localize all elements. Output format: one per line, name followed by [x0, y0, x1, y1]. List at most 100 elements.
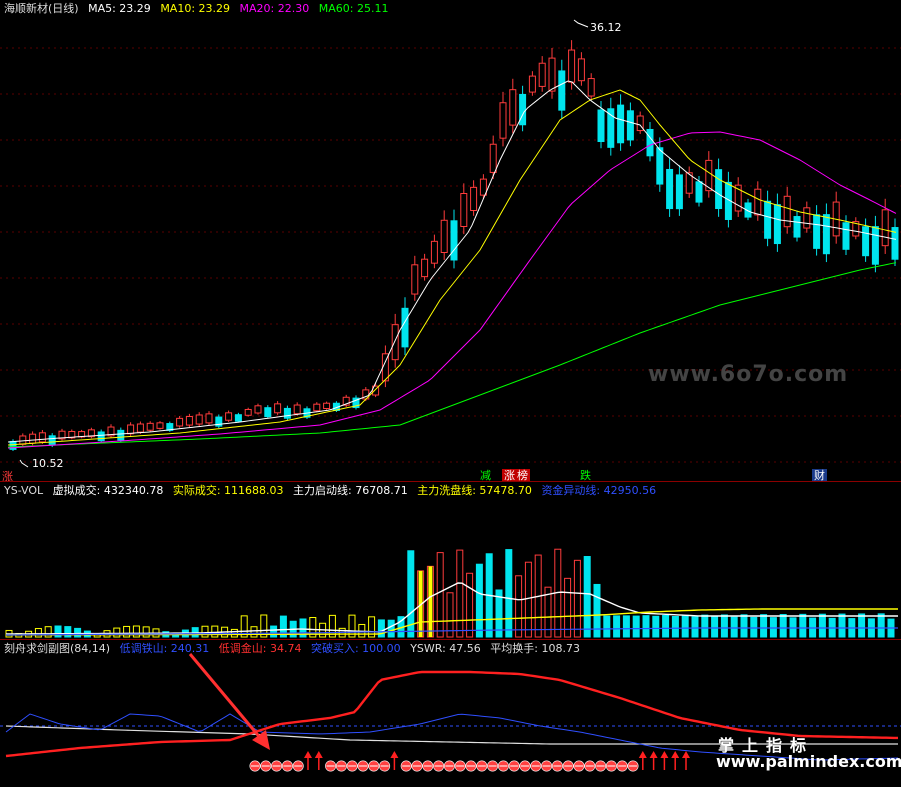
volume-bar — [779, 613, 787, 638]
ma10-label: MA10: 23.29 — [160, 2, 231, 15]
price-chart[interactable]: 36.12 10.52 — [0, 0, 901, 480]
ind-yswr: YSWR: 47.56 — [410, 642, 481, 655]
candle — [538, 62, 546, 87]
candle — [146, 422, 154, 431]
candle — [391, 324, 399, 361]
buy-arrow-head — [314, 751, 323, 758]
candle — [450, 220, 458, 261]
candle — [675, 174, 683, 210]
vol-main-start: 主力启动线: 76708.71 — [293, 484, 408, 497]
volume-bar — [671, 615, 679, 638]
volume-bar — [123, 625, 131, 638]
volume-bar — [662, 614, 670, 638]
buy-arrow-head — [649, 751, 658, 758]
volume-bar — [466, 572, 474, 638]
candle — [254, 405, 262, 414]
volume-bar — [270, 625, 278, 638]
volume-bar — [818, 613, 826, 638]
volume-bar — [475, 563, 483, 638]
volume-bar — [613, 615, 621, 638]
candle — [283, 407, 291, 419]
volume-bar — [652, 615, 660, 638]
volume-bar — [250, 626, 258, 638]
candle — [862, 226, 870, 257]
volume-bar — [573, 559, 581, 638]
candle — [548, 57, 556, 92]
watermark-site: www.palmindex.com — [716, 752, 901, 771]
buy-arrow-head — [304, 751, 312, 758]
buy-arrow-head — [682, 751, 690, 758]
candle — [127, 424, 135, 435]
candle — [323, 402, 331, 409]
candle — [793, 216, 801, 238]
volume-bar — [622, 615, 630, 638]
volume-bar — [681, 614, 689, 638]
candle — [97, 431, 105, 442]
price-header: 海顺新材(日线) MA5: 23.29 MA10: 23.29 MA20: 22… — [4, 2, 394, 16]
candle — [558, 70, 566, 111]
ma20-label: MA20: 22.30 — [239, 2, 310, 15]
candle — [176, 417, 184, 427]
volume-bar — [142, 626, 150, 638]
candle — [264, 407, 272, 418]
candle — [528, 75, 536, 93]
candle — [225, 412, 233, 421]
candle — [293, 404, 301, 415]
candle — [19, 435, 27, 445]
volume-bar — [436, 552, 444, 638]
candle — [48, 435, 56, 446]
volume-chart[interactable] — [0, 482, 901, 639]
candle — [783, 195, 791, 228]
ind-name: 刻舟求剑副图(84,14) — [4, 642, 111, 655]
candle — [871, 226, 879, 265]
candle — [695, 181, 703, 203]
candle — [244, 408, 252, 416]
candle — [773, 204, 781, 245]
candle — [489, 143, 497, 173]
candle — [195, 414, 203, 425]
buy-arrow-head — [390, 751, 399, 758]
vol-virtual: 虚拟成交: 432340.78 — [52, 484, 164, 497]
volume-bar — [740, 614, 748, 638]
candle — [666, 168, 674, 210]
candle — [656, 147, 664, 185]
volume-bar — [750, 616, 758, 638]
candle — [509, 89, 517, 126]
candle — [430, 240, 438, 264]
candle — [764, 200, 772, 239]
volume-bar — [769, 617, 777, 638]
ind-iron: 低调铁山: 240.31 — [119, 642, 210, 655]
volume-bar — [691, 616, 699, 638]
candle — [470, 186, 478, 211]
volume-bar — [583, 556, 591, 638]
ind-breakout: 突破买入: 100.00 — [310, 642, 401, 655]
candle — [234, 414, 242, 422]
volume-bar — [211, 625, 219, 638]
volume-bar — [505, 549, 513, 638]
ind-gold: 低调金山: 34.74 — [218, 642, 302, 655]
volume-bar — [858, 613, 866, 638]
low-marker — [19, 459, 29, 468]
volume-bar — [760, 614, 768, 638]
volume-bar — [564, 577, 572, 638]
candle — [715, 169, 723, 210]
candle — [185, 415, 193, 426]
high-label: 36.12 — [590, 21, 622, 34]
volume-bar — [730, 616, 738, 638]
volume-bar — [113, 627, 121, 638]
stock-title: 海顺新材(日线) — [4, 2, 79, 15]
ma5-line — [7, 80, 897, 443]
volume-bar — [632, 615, 640, 638]
buy-arrow-head — [660, 751, 669, 758]
ma5-label: MA5: 23.29 — [88, 2, 151, 15]
candle — [313, 403, 321, 412]
indicator-panel[interactable]: 刻舟求剑副图(84,14) 低调铁山: 240.31 低调金山: 34.74 突… — [0, 639, 901, 787]
volume-bar — [524, 561, 532, 638]
volume-bar — [838, 613, 846, 638]
price-panel[interactable]: 36.12 10.52 海顺新材(日线) MA5: 23.29 MA10: 23.… — [0, 0, 901, 483]
vol-capital: 资金异动线: 42950.56 — [541, 484, 657, 497]
candle — [421, 258, 429, 278]
vol-actual: 实际成交: 111688.03 — [172, 484, 284, 497]
volume-panel[interactable]: YS-VOL 虚拟成交: 432340.78 实际成交: 111688.03 主… — [0, 481, 901, 639]
ma10-line — [7, 89, 897, 446]
